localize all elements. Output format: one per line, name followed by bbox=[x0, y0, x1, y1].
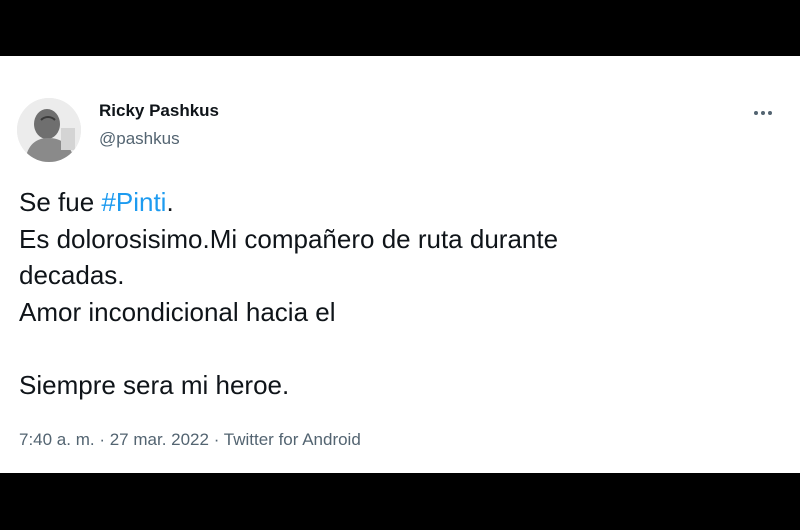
letterbox-frame: Ricky Pashkus @pashkus Se fue #Pinti. Es… bbox=[0, 0, 800, 530]
tweet-line-2: Es dolorosisimo.Mi compañero de ruta dur… bbox=[19, 223, 559, 254]
author-handle[interactable]: @pashkus bbox=[99, 129, 180, 149]
tweet-timestamp-time[interactable]: 7:40 a. m. bbox=[19, 430, 95, 449]
tweet-source-link[interactable]: Twitter for Android bbox=[224, 430, 361, 449]
tweet-text-suffix: . bbox=[166, 187, 174, 217]
tweet-card: Ricky Pashkus @pashkus Se fue #Pinti. Es… bbox=[0, 56, 800, 473]
profile-photo-icon bbox=[17, 98, 81, 162]
tweet-line-4: Amor incondicional hacia el bbox=[19, 296, 336, 327]
tweet-metadata: 7:40 a. m. · 27 mar. 2022 · Twitter for … bbox=[19, 430, 361, 450]
meta-separator: · bbox=[208, 430, 224, 449]
meta-separator: · bbox=[94, 430, 110, 449]
tweet-line-3: decadas. bbox=[19, 260, 125, 290]
author-display-name[interactable]: Ricky Pashkus bbox=[99, 101, 219, 121]
hashtag-link[interactable]: #Pinti bbox=[101, 187, 166, 217]
tweet-text-prefix: Se fue bbox=[19, 187, 102, 217]
more-options-button[interactable] bbox=[746, 98, 780, 128]
tweet-line-1: Se fue #Pinti. bbox=[19, 184, 779, 221]
tweet-text: Se fue #Pinti. Es dolorosisimo.Mi compañ… bbox=[19, 184, 779, 403]
tweet-timestamp-date[interactable]: 27 mar. 2022 bbox=[110, 430, 209, 449]
more-options-icon bbox=[754, 111, 772, 115]
tweet-line-6: Siempre sera mi heroe. bbox=[19, 369, 290, 400]
avatar[interactable] bbox=[17, 98, 81, 162]
